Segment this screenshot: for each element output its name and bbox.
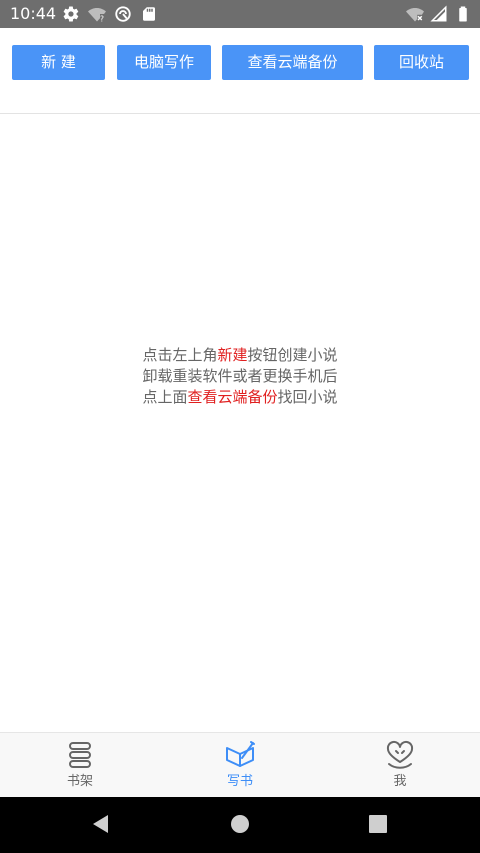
wifi-question-icon: ?: [88, 8, 106, 24]
main-content: 点击左上角新建按钮创建小说 卸载重装软件或者更换手机后 点上面查看云端备份找回小…: [0, 115, 480, 732]
hint-highlight-new: 新建: [217, 346, 248, 364]
vpn-icon: [115, 6, 131, 22]
recycle-bin-button[interactable]: 回收站: [374, 45, 469, 80]
sd-card-icon: [143, 7, 155, 21]
nav-item-write[interactable]: 写书: [160, 733, 320, 798]
status-bar: 10:44 ?: [0, 0, 480, 28]
bottom-nav: 书架 写书 我: [0, 732, 480, 797]
hint-highlight-cloud: 查看云端备份: [187, 388, 278, 406]
cloud-backup-button[interactable]: 查看云端备份: [222, 45, 363, 80]
nav-label-me: 我: [393, 774, 407, 789]
status-left-icons: ?: [62, 5, 158, 23]
hint-text: 点上面: [142, 388, 188, 406]
nav-label-bookshelf: 书架: [66, 774, 93, 789]
nav-item-me[interactable]: 我: [320, 733, 480, 798]
back-icon[interactable]: [90, 813, 110, 835]
new-button[interactable]: 新 建: [12, 45, 105, 80]
nav-label-write: 写书: [226, 774, 253, 789]
pc-writing-button[interactable]: 电脑写作: [117, 45, 211, 80]
hint-text: 找回小说: [277, 388, 338, 406]
toolbar: 新 建 电脑写作 查看云端备份 回收站: [0, 28, 480, 114]
gear-icon: [63, 6, 79, 22]
bookshelf-icon: [69, 742, 91, 768]
nav-item-bookshelf[interactable]: 书架: [0, 733, 160, 798]
status-right-icons: [406, 5, 472, 23]
home-icon[interactable]: [230, 813, 250, 835]
pen-book-icon: [226, 741, 255, 767]
hint-text: 按钮创建小说: [247, 346, 338, 364]
signal-icon: [430, 5, 447, 22]
wifi-x-icon: [406, 8, 424, 22]
empty-hint: 点击左上角新建按钮创建小说 卸载重装软件或者更换手机后 点上面查看云端备份找回小…: [0, 345, 480, 408]
hint-line-2: 卸载重装软件或者更换手机后: [142, 367, 338, 385]
heart-smile-icon: [386, 740, 414, 769]
status-time: 10:44: [10, 4, 57, 23]
hint-line-1: 点击左上角新建按钮创建小说: [0, 345, 480, 366]
hint-line-3: 点上面查看云端备份找回小说: [0, 387, 480, 408]
hint-text: 点击左上角: [142, 346, 218, 364]
battery-icon: [459, 6, 467, 22]
recents-icon[interactable]: [368, 813, 388, 835]
svg-text:?: ?: [100, 15, 104, 24]
system-nav-bar: [0, 797, 480, 853]
